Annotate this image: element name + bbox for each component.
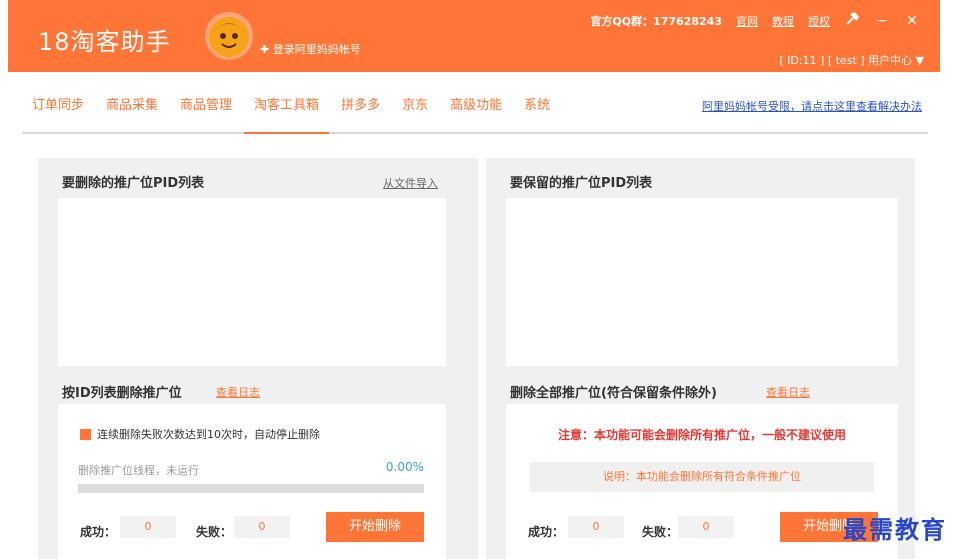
delete-all-title: 删除全部推广位(符合保留条件除外)	[510, 386, 717, 401]
description-text: 说明：本功能会删除所有符合条件推广位	[530, 462, 874, 492]
app-header: 18淘客助手 ✚ 登录阿里妈妈帐号 官方QQ群：177628243 官网 教程 …	[8, 0, 940, 72]
delete-by-id-title: 按ID列表删除推广位	[62, 386, 182, 401]
keep-pid-list-title: 要保留的推广位PID列表	[510, 176, 653, 191]
fail-label: 失败：	[196, 525, 233, 539]
delete-pid-panel: 要删除的推广位PID列表 从文件导入 按ID列表删除推广位 查看日志 连续删除失…	[38, 158, 478, 559]
close-icon[interactable]: ✕	[904, 13, 920, 29]
keep-pid-panel: 要保留的推广位PID列表 删除全部推广位(符合保留条件除外) 查看日志 注意：本…	[486, 158, 915, 559]
keep-pid-textarea[interactable]	[506, 198, 898, 366]
view-log-link-right[interactable]: 查看日志	[766, 384, 810, 400]
success-label: 成功：	[80, 525, 117, 539]
progress-percent: 0.00%	[385, 460, 424, 474]
tab-system[interactable]: 系统	[514, 88, 560, 132]
success-count: 0	[120, 516, 176, 538]
import-from-file-link[interactable]: 从文件导入	[383, 175, 438, 191]
auto-stop-option: 连续删除失败次数达到10次时，自动停止删除	[80, 426, 320, 442]
delete-pid-textarea[interactable]	[58, 198, 446, 366]
start-delete-button[interactable]: 开始删除	[326, 512, 424, 542]
progress-status: 删除推广位线程，未运行	[78, 464, 199, 477]
delete-by-id-box: 连续删除失败次数达到10次时，自动停止删除 删除推广位线程，未运行 0.00% …	[58, 404, 446, 559]
tab-advanced[interactable]: 高级功能	[440, 88, 512, 132]
license-link[interactable]: 授权	[808, 13, 830, 29]
view-log-link-left[interactable]: 查看日志	[216, 384, 260, 400]
top-right-bar: 官方QQ群：177628243 官网 教程 授权 − ✕	[590, 11, 920, 30]
official-site-link[interactable]: 官网	[736, 13, 758, 29]
success-label: 成功：	[528, 525, 565, 539]
minimize-icon[interactable]: −	[874, 13, 890, 29]
delete-pid-list-title: 要删除的推广位PID列表	[62, 176, 205, 191]
account-restricted-help-link[interactable]: 阿里妈妈帐号受限，请点击这里查看解决办法	[702, 98, 922, 114]
success-count: 0	[568, 516, 624, 538]
auto-stop-label: 连续删除失败次数达到10次时，自动停止删除	[97, 428, 320, 441]
tab-product-manage[interactable]: 商品管理	[170, 88, 242, 132]
tutorial-link[interactable]: 教程	[772, 13, 794, 29]
qq-group: 官方QQ群：177628243	[590, 15, 722, 28]
warning-text: 注意：本功能可能会删除所有推广位，一般不建议使用	[557, 428, 846, 442]
tab-product-collect[interactable]: 商品采集	[96, 88, 168, 132]
fail-count: 0	[234, 516, 290, 538]
settings-icon[interactable]	[844, 11, 860, 30]
login-alimama-link[interactable]: ✚ 登录阿里妈妈帐号	[260, 41, 361, 57]
fail-label: 失败：	[642, 525, 679, 539]
user-center-menu[interactable]: [ ID:11 ] [ test ] 用户中心 ▼	[779, 52, 924, 68]
mascot-logo	[205, 12, 253, 60]
delete-all-box: 注意：本功能可能会删除所有推广位，一般不建议使用 说明：本功能会删除所有符合条件…	[506, 404, 898, 559]
tab-jd[interactable]: 京东	[392, 88, 438, 132]
tab-order-sync[interactable]: 订单同步	[22, 88, 94, 132]
app-title: 18淘客助手	[38, 28, 171, 56]
tab-taoke-toolbox[interactable]: 淘客工具箱	[244, 88, 330, 134]
watermark-logo: 最需教育	[843, 516, 947, 544]
main-nav: 订单同步 商品采集 商品管理 淘客工具箱 拼多多 京东 高级功能 系统 阿里妈妈…	[22, 88, 928, 134]
fail-count: 0	[678, 516, 734, 538]
progress-bar	[78, 484, 424, 493]
tab-pinduoduo[interactable]: 拼多多	[331, 88, 390, 132]
auto-stop-checkbox[interactable]	[80, 428, 91, 440]
